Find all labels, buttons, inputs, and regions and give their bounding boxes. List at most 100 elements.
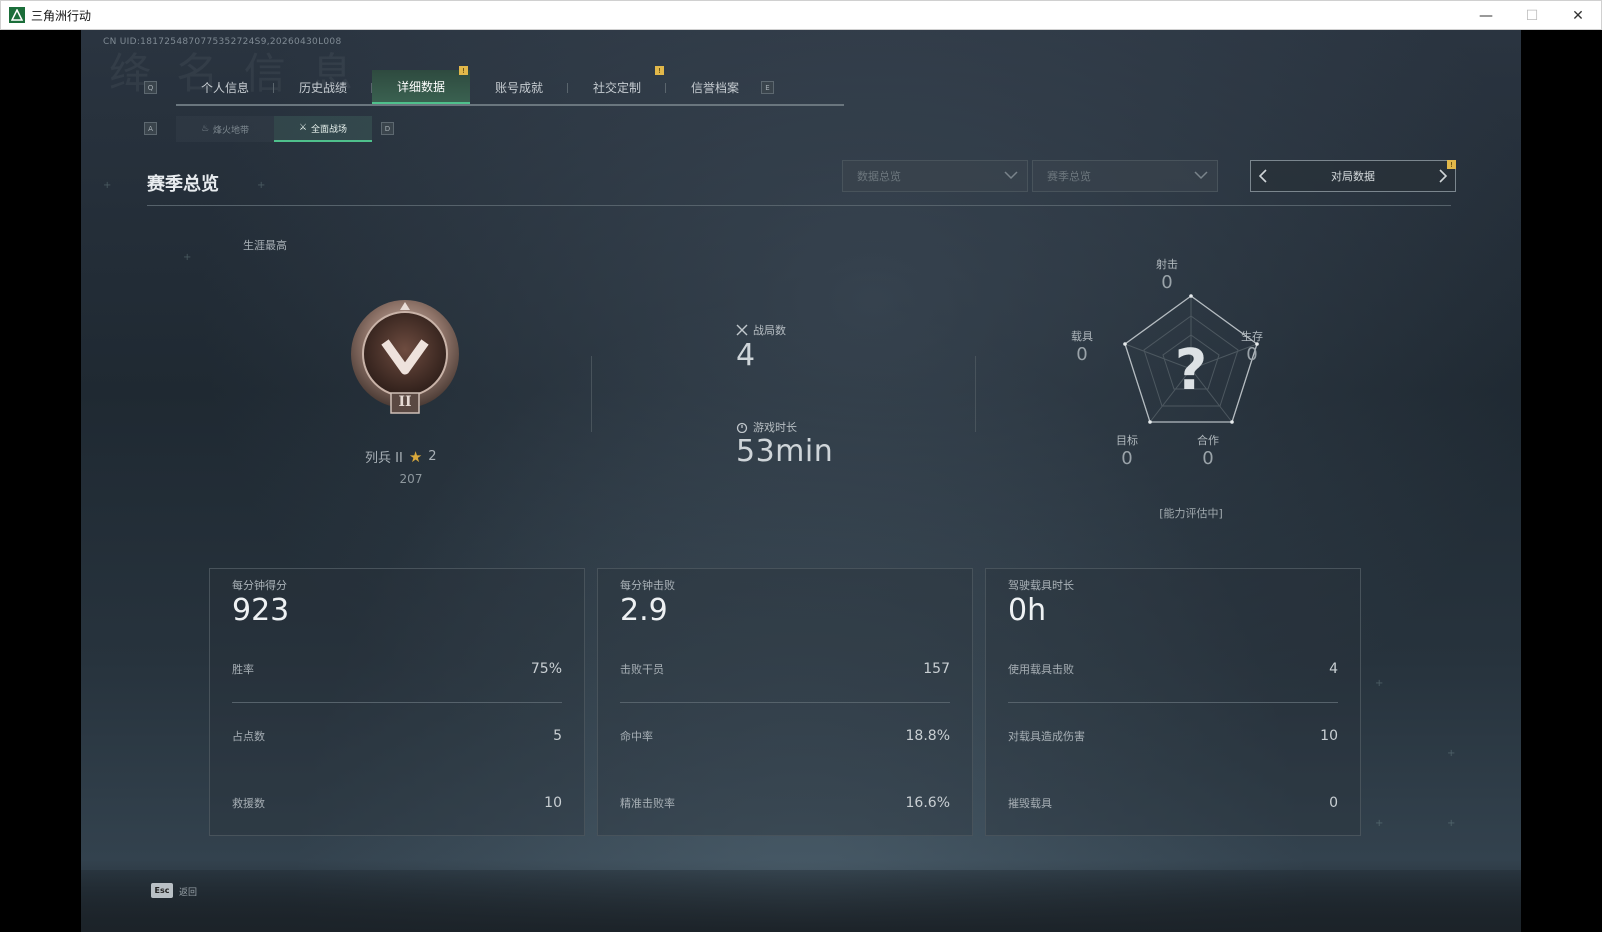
- card-value: 923: [232, 593, 290, 628]
- row-value: 0: [1329, 795, 1338, 811]
- tab-prev-key[interactable]: Q: [144, 81, 157, 94]
- fire-zone-icon: ♨: [200, 124, 210, 134]
- row-value: 16.6%: [905, 795, 950, 811]
- tab-credit-record[interactable]: 信誉档案: [666, 70, 764, 104]
- card-row: 使用载具击败 4: [1008, 659, 1338, 679]
- mode-subtabs: ♨ 烽火地带 ⚔ 全面战场: [176, 116, 372, 142]
- row-value: 75%: [530, 661, 562, 677]
- tab-personal-info[interactable]: 个人信息: [176, 70, 274, 104]
- crosshair-decoration: +: [257, 180, 266, 191]
- row-key: 占点数: [232, 730, 265, 743]
- radar-cooperation-label: 合作: [1197, 434, 1219, 447]
- subtab-label: 全面战场: [311, 124, 348, 135]
- card-row: 胜率 75%: [232, 659, 562, 679]
- crosshair-decoration: +: [1375, 678, 1384, 689]
- page-title: 赛季总览: [147, 174, 219, 195]
- card-value: 0h: [1008, 593, 1047, 628]
- row-key: 精准击败率: [620, 797, 675, 810]
- tab-label: 历史战绩: [298, 80, 347, 95]
- tab-label: 账号成就: [494, 80, 543, 95]
- rank-name: 列兵 II: [365, 451, 403, 466]
- rank-points: 207: [399, 472, 423, 486]
- dropdown-value: 赛季总览: [1047, 170, 1091, 183]
- section-divider: [147, 205, 1451, 206]
- window-titlebar: 三角洲行动 — ☐ ✕: [0, 0, 1602, 30]
- crosshair-decoration: +: [1447, 818, 1456, 829]
- row-key: 命中率: [620, 730, 653, 743]
- subtab-prev-key[interactable]: A: [144, 122, 157, 135]
- row-value: 5: [553, 728, 562, 744]
- card-row: 对载具造成伤害 10: [1008, 726, 1338, 746]
- radar-shooting-value: 0: [1161, 272, 1173, 293]
- row-value: 18.8%: [905, 728, 950, 744]
- subtab-next-key[interactable]: D: [381, 122, 394, 135]
- bottom-bar: [81, 870, 1521, 932]
- radar-objective-value: 0: [1121, 448, 1133, 469]
- radar-survival-value: 0: [1246, 344, 1258, 365]
- crosshair-decoration: +: [1447, 748, 1456, 759]
- data-type-dropdown[interactable]: 数据总览: [842, 160, 1028, 192]
- chevron-right-icon[interactable]: [1435, 168, 1451, 184]
- close-button[interactable]: ✕: [1555, 1, 1601, 31]
- matches-label: 战局数: [736, 322, 786, 338]
- subtab-label: 烽火地带: [213, 125, 250, 136]
- card-caption: 每分钟击败: [620, 579, 675, 592]
- crosshair-decoration: +: [1375, 818, 1384, 829]
- chevron-left-icon[interactable]: [1255, 168, 1271, 184]
- career-best-label: 生涯最高: [243, 239, 287, 252]
- card-caption: 驾驶载具时长: [1008, 579, 1074, 592]
- row-key: 对载具造成伤害: [1008, 730, 1085, 743]
- radar-cooperation-value: 0: [1202, 448, 1214, 469]
- row-divider: [620, 702, 950, 703]
- card-value: 2.9: [620, 593, 668, 628]
- playtime-label-text: 游戏时长: [753, 421, 797, 434]
- stat-card-vehicle: 驾驶载具时长 0h 使用载具击败 4 对载具造成伤害 10 摧毁载具 0: [985, 568, 1361, 836]
- subtab-warfare[interactable]: ⚔ 全面战场: [274, 116, 372, 142]
- row-value: 10: [1320, 728, 1338, 744]
- row-key: 击败干员: [620, 663, 664, 676]
- radar-vehicle-value: 0: [1076, 344, 1088, 365]
- card-row: 命中率 18.8%: [620, 726, 950, 746]
- row-value: 10: [544, 795, 562, 811]
- row-value: 4: [1329, 661, 1338, 677]
- subtab-hazard-zone[interactable]: ♨ 烽火地带: [176, 116, 274, 142]
- minimize-button[interactable]: —: [1463, 1, 1509, 31]
- row-key: 使用载具击败: [1008, 663, 1074, 676]
- tab-history[interactable]: 历史战绩: [274, 70, 372, 104]
- tab-achievements[interactable]: 账号成就: [470, 70, 568, 104]
- swords-icon: ⚔: [298, 123, 308, 133]
- back-label: 返回: [179, 888, 198, 898]
- window-title: 三角洲行动: [31, 8, 92, 23]
- back-button[interactable]: Esc: [151, 883, 173, 898]
- row-key: 救援数: [232, 797, 265, 810]
- radar-vehicle-label: 载具: [1071, 330, 1093, 343]
- player-uid: CN UID:1817254870775352724S9,20260430L00…: [103, 37, 342, 47]
- chevron-down-icon: [1194, 171, 1208, 180]
- matches-value: 4: [736, 338, 756, 373]
- radar-shooting-label: 射击: [1156, 258, 1178, 271]
- vertical-divider: [591, 356, 592, 432]
- radar-objective-label: 目标: [1116, 434, 1138, 447]
- tab-label: 个人信息: [200, 80, 249, 95]
- tab-label: 详细数据: [396, 79, 445, 94]
- tab-label: 信誉档案: [690, 80, 739, 95]
- card-row: 救援数 10: [232, 793, 562, 813]
- card-row: 摧毁载具 0: [1008, 793, 1338, 813]
- crosshair-decoration: +: [183, 252, 192, 263]
- row-value: 157: [923, 661, 950, 677]
- tab-next-key[interactable]: E: [761, 81, 774, 94]
- chevron-down-icon: [1004, 171, 1018, 180]
- season-dropdown[interactable]: 赛季总览: [1032, 160, 1218, 192]
- tab-social-custom[interactable]: 社交定制 !: [568, 66, 666, 104]
- tab-detailed-data[interactable]: 详细数据 !: [372, 66, 470, 104]
- star-icon: ★: [408, 447, 423, 466]
- ability-eval-note: [能力评估中]: [1159, 507, 1223, 520]
- playtime-label: 游戏时长: [736, 419, 797, 435]
- window-controls: — ☐ ✕: [1463, 1, 1601, 31]
- stat-card-score: 每分钟得分 923 胜率 75% 占点数 5 救援数 10: [209, 568, 585, 836]
- card-row: 占点数 5: [232, 726, 562, 746]
- notification-badge: !: [655, 66, 664, 75]
- maximize-button[interactable]: ☐: [1509, 1, 1555, 31]
- card-row: 精准击败率 16.6%: [620, 793, 950, 813]
- pager-label: 对局数据: [1331, 170, 1375, 183]
